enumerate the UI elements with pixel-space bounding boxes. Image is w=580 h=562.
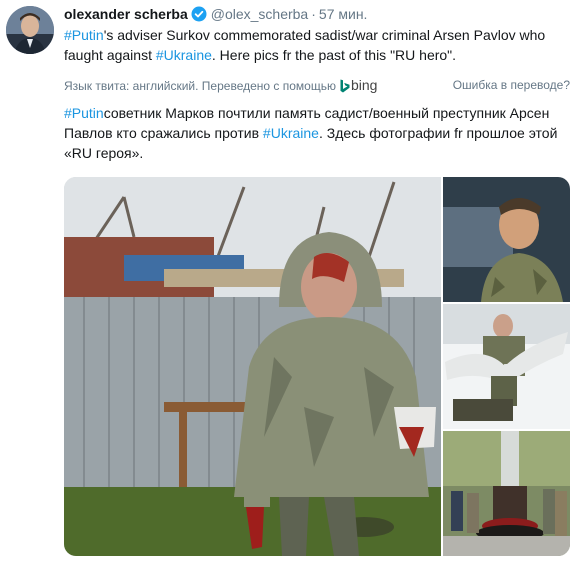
bing-logo-icon <box>340 79 350 99</box>
hashtag-link[interactable]: #Ukraine <box>263 125 319 141</box>
hashtag-link[interactable]: #Putin <box>64 27 104 43</box>
header-separator: · <box>311 6 316 22</box>
tweet-timestamp[interactable]: 57 мин. <box>319 6 368 22</box>
tweet-text: #Putin's adviser Surkov commemorated sad… <box>64 25 570 65</box>
tweet-header: olexander scherba @olex_scherba · 57 мин. <box>64 5 367 26</box>
hashtag-link[interactable]: #Putin <box>64 105 104 121</box>
translation-error-link[interactable]: Ошибка в переводе? <box>453 75 570 95</box>
translation-provider[interactable]: bing <box>351 77 377 93</box>
translated-text: #Putinсоветник Марков почтили память сад… <box>64 103 570 163</box>
author-name[interactable]: olexander scherba <box>64 6 188 22</box>
media-photo-portrait[interactable] <box>443 177 570 302</box>
translation-bar: Язык твита: английский. Переведено с пом… <box>64 75 570 95</box>
tweet-text-segment: . Here pics fr the past of this "RU hero… <box>211 47 457 63</box>
tweet-media-grid <box>64 177 570 556</box>
media-photo-main[interactable] <box>64 177 441 556</box>
media-photo-memorial[interactable] <box>443 431 570 556</box>
media-photo-swan[interactable] <box>443 304 570 429</box>
translation-label: Язык твита: английский. Переведено с пом… <box>64 79 336 93</box>
verified-badge-icon <box>191 6 207 26</box>
author-handle[interactable]: @olex_scherba <box>211 6 309 22</box>
author-avatar[interactable] <box>6 6 54 54</box>
hashtag-link[interactable]: #Ukraine <box>156 47 212 63</box>
